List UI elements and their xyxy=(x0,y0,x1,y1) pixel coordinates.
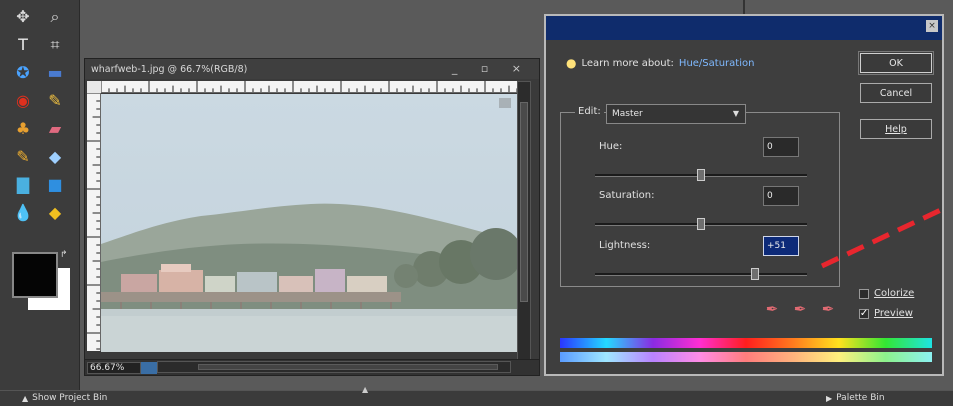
wharf-photo-canvas[interactable] xyxy=(101,94,517,352)
lightness-label: Lightness: xyxy=(599,240,651,251)
sponge-tool-icon[interactable]: ◆ xyxy=(44,202,66,224)
red-eye-tool-icon[interactable]: ◉ xyxy=(12,90,34,112)
ok-button[interactable]: OK xyxy=(858,51,934,75)
vertical-scrollbar-thumb[interactable] xyxy=(520,102,528,302)
cookie-cutter-tool-icon[interactable]: ✪ xyxy=(12,62,34,84)
move-tool-icon[interactable]: ✥ xyxy=(12,6,34,28)
gradient-tool-icon[interactable]: ▇ xyxy=(12,174,34,196)
edit-group: Edit: Master ▼ Hue: 0 Saturation: 0 Ligh… xyxy=(560,104,840,287)
edit-channel-select[interactable]: Master ▼ xyxy=(606,104,746,124)
saturation-slider-knob[interactable] xyxy=(697,218,705,230)
zoom-field[interactable]: 66.67% xyxy=(87,361,141,374)
cancel-button[interactable]: Cancel xyxy=(860,83,932,103)
colorize-option[interactable]: Colorize xyxy=(859,288,914,299)
preview-checkbox[interactable]: ✓ xyxy=(859,308,869,319)
shape-tool-icon[interactable]: ■ xyxy=(44,174,66,196)
paint-bucket-tool-icon[interactable]: ◆ xyxy=(44,146,66,168)
edit-channel-value: Master xyxy=(612,109,643,119)
document-window[interactable]: wharfweb-1.jpg @ 66.7%(RGB/8) _ ▫ × 66.6… xyxy=(84,58,540,376)
lightness-slider[interactable] xyxy=(595,268,807,280)
ruler-corner[interactable] xyxy=(87,81,101,93)
saturation-slider[interactable] xyxy=(595,218,807,230)
hue-slider-knob[interactable] xyxy=(697,169,705,181)
straighten-tool-icon[interactable]: ▬ xyxy=(44,62,66,84)
palette-bin-icon: ▶ xyxy=(826,393,833,403)
bin-icon: ▲ xyxy=(22,393,29,403)
output-color-spectrum[interactable] xyxy=(560,352,932,362)
lightness-value-field[interactable]: +51 xyxy=(763,236,799,256)
eraser-tool-icon[interactable]: ▰ xyxy=(44,118,66,140)
eyedropper-minus-icon[interactable]: ✒ xyxy=(818,299,838,319)
lightness-slider-knob[interactable] xyxy=(751,268,760,280)
palette-bin-label: Palette Bin xyxy=(836,393,885,403)
type-tool-icon[interactable]: T xyxy=(12,34,34,56)
hue-label: Hue: xyxy=(599,141,623,152)
bottom-bar: ▲ Show Project Bin ▲ ▶ Palette Bin xyxy=(0,385,953,406)
preview-label: Preview xyxy=(874,308,913,319)
show-project-bin-label: Show Project Bin xyxy=(32,393,108,403)
vertical-scrollbar[interactable] xyxy=(517,81,531,361)
hue-slider[interactable] xyxy=(595,169,807,181)
dialog-titlebar[interactable]: × xyxy=(546,16,942,40)
horizontal-scrollbar-thumb[interactable] xyxy=(198,364,498,370)
learn-more-row: ● Learn more about: Hue/Saturation xyxy=(566,56,754,70)
document-titlebar[interactable]: wharfweb-1.jpg @ 66.7%(RGB/8) _ ▫ × xyxy=(85,59,539,79)
vertical-ruler xyxy=(87,93,101,351)
chevron-down-icon: ▼ xyxy=(732,109,739,118)
eyedropper-plus-icon[interactable]: ✒ xyxy=(790,299,810,319)
learn-more-label: Learn more about: xyxy=(581,57,674,69)
panel-resize-handle[interactable]: ▲ xyxy=(362,385,376,394)
colorize-label: Colorize xyxy=(874,288,915,299)
toolbox-panel: ✥ ⌕ T ⌗ ✪ ▬ ◉ ✎ ♣ ▰ ✎ ◆ ▇ ■ 💧 ◆ xyxy=(0,0,80,390)
hue-value-field[interactable]: 0 xyxy=(763,137,799,157)
zoom-tool-icon[interactable]: ⌕ xyxy=(44,6,66,28)
healing-brush-tool-icon[interactable]: ✎ xyxy=(44,90,66,112)
saturation-label: Saturation: xyxy=(599,190,655,201)
crop-tool-icon[interactable]: ⌗ xyxy=(44,34,66,56)
swap-colors-icon[interactable]: ↱ xyxy=(60,250,68,260)
eyedropper-icon[interactable]: ✒ xyxy=(762,299,782,319)
status-info-button[interactable] xyxy=(141,361,157,374)
document-window-controls[interactable]: _ ▫ × xyxy=(452,62,531,75)
horizontal-scrollbar[interactable] xyxy=(157,361,511,373)
blur-tool-icon[interactable]: 💧 xyxy=(12,202,34,224)
photoshop-elements-window: ✥ ⌕ T ⌗ ✪ ▬ ◉ ✎ ♣ ▰ ✎ ◆ ▇ ■ 💧 ◆ wharfweb-1.jpg @ 66.7%(… xyxy=(0,0,953,406)
close-icon[interactable]: × xyxy=(926,20,938,32)
input-color-spectrum xyxy=(560,338,932,348)
preview-option[interactable]: ✓ Preview xyxy=(859,308,913,319)
palette-bin-button[interactable]: ▶ Palette Bin xyxy=(826,393,885,403)
foreground-color-swatch[interactable] xyxy=(12,252,58,298)
hue-saturation-dialog: × ● Learn more about: Hue/Saturation OK … xyxy=(544,14,944,376)
brush-tool-icon[interactable]: ✎ xyxy=(12,146,34,168)
colorize-checkbox[interactable] xyxy=(859,288,869,299)
help-button[interactable]: Help xyxy=(860,119,932,139)
learn-more-link[interactable]: Hue/Saturation xyxy=(679,58,755,69)
clone-stamp-tool-icon[interactable]: ♣ xyxy=(12,118,34,140)
document-title: wharfweb-1.jpg @ 66.7%(RGB/8) xyxy=(91,63,248,75)
saturation-value-field[interactable]: 0 xyxy=(763,186,799,206)
lightbulb-icon: ● xyxy=(566,56,577,70)
show-project-bin-button[interactable]: ▲ Show Project Bin xyxy=(22,393,107,403)
edit-label: Edit: xyxy=(575,106,604,117)
horizontal-ruler xyxy=(101,81,517,93)
